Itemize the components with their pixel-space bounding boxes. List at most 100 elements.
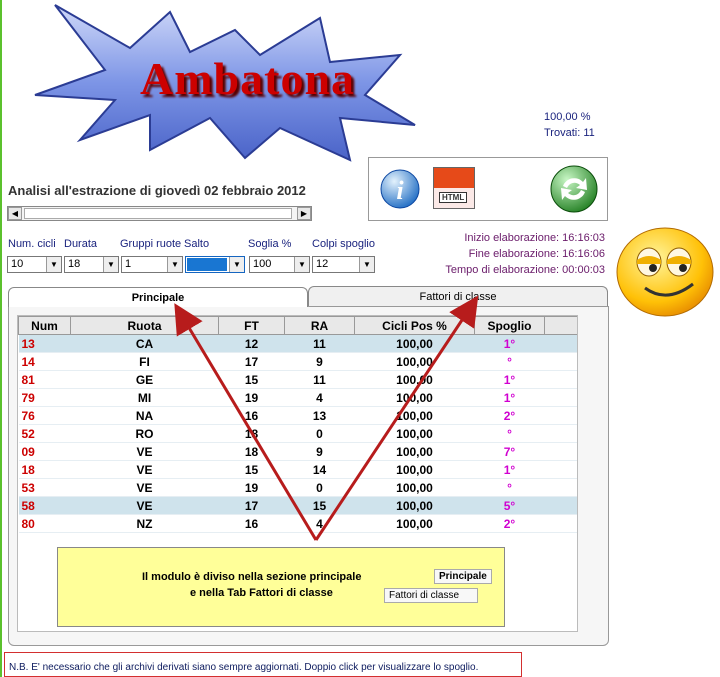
info-note: Il modulo è diviso nella sezione princip… [57, 547, 505, 627]
chevron-down-icon: ▼ [46, 257, 61, 272]
scroll-left-icon[interactable]: ◀ [8, 207, 22, 220]
table-row[interactable]: 76 NA 16 13 100,00 2° [18, 406, 577, 425]
elapsed-time: Tempo di elaborazione: 00:00:03 [445, 264, 605, 276]
table-row[interactable]: 52 RO 18 0 100,00 ° [18, 424, 577, 443]
table-row[interactable]: 58 VE 17 15 100,00 5° [18, 496, 577, 515]
cell-ruota: VE [70, 496, 219, 515]
cell-ft: 15 [218, 370, 285, 389]
column-header-empty [544, 316, 577, 335]
column-header[interactable]: Ruota [70, 316, 219, 335]
column-header[interactable]: Num [18, 316, 71, 335]
table-row[interactable]: 80 NZ 16 4 100,00 2° [18, 514, 577, 533]
column-header[interactable]: Spoglio [474, 316, 545, 335]
cell-cicli: 100,00 [354, 388, 475, 407]
table-row[interactable]: 53 VE 19 0 100,00 ° [18, 478, 577, 497]
column-header[interactable]: Cicli Pos % [354, 316, 475, 335]
cell-cicli: 100,00 [354, 334, 475, 353]
scroll-right-icon[interactable]: ▶ [297, 207, 311, 220]
label-num-cicli: Num. cicli [8, 238, 56, 250]
cell-ra: 4 [284, 514, 355, 533]
tab-fattori-di-classe[interactable]: Fattori di classe [308, 286, 608, 306]
horizontal-scrollbar[interactable]: ◀ ▶ [7, 206, 312, 221]
chevron-down-icon: ▼ [229, 257, 244, 272]
svg-text:i: i [396, 176, 404, 205]
cell-empty [544, 460, 577, 479]
cell-spoglio: 5° [474, 496, 545, 515]
cell-num: 80 [18, 514, 71, 533]
cell-ruota: VE [70, 460, 219, 479]
start-time: Inizio elaborazione: 16:16:03 [464, 232, 605, 244]
cell-ft: 12 [218, 334, 285, 353]
cell-empty [544, 388, 577, 407]
chevron-down-icon: ▼ [359, 257, 374, 272]
tab-principale[interactable]: Principale [8, 287, 308, 307]
cell-num: 53 [18, 478, 71, 497]
cell-cicli: 100,00 [354, 370, 475, 389]
refresh-icon[interactable] [549, 164, 599, 214]
end-time: Fine elaborazione: 16:16:06 [468, 248, 605, 260]
table-row[interactable]: 18 VE 15 14 100,00 1° [18, 460, 577, 479]
table-row[interactable]: 81 GE 15 11 100,00 1° [18, 370, 577, 389]
column-header[interactable]: RA [284, 316, 355, 335]
cell-ruota: MI [70, 388, 219, 407]
colpi-spoglio-select[interactable]: 12 ▼ [312, 256, 375, 273]
cell-num: 09 [18, 442, 71, 461]
found-count: Trovati: 11 [544, 127, 595, 139]
chevron-down-icon: ▼ [103, 257, 118, 272]
table-row[interactable]: 09 VE 18 9 100,00 7° [18, 442, 577, 461]
cell-ft: 15 [218, 460, 285, 479]
cell-num: 76 [18, 406, 71, 425]
soglia-select[interactable]: 100 ▼ [249, 256, 310, 273]
cell-spoglio: ° [474, 478, 545, 497]
cell-empty [544, 424, 577, 443]
label-salto: Salto [184, 238, 210, 250]
smiley-icon [616, 227, 714, 317]
cell-empty [544, 496, 577, 515]
table-row[interactable]: 14 FI 17 9 100,00 ° [18, 352, 577, 371]
cell-empty [544, 478, 577, 497]
salto-select[interactable]: 1 ▼ [185, 256, 245, 273]
note-fattori-button: Fattori di classe [384, 588, 478, 603]
cell-spoglio: 1° [474, 334, 545, 353]
cell-num: 81 [18, 370, 71, 389]
cell-num: 58 [18, 496, 71, 515]
cell-cicli: 100,00 [354, 460, 475, 479]
num-cicli-select[interactable]: 10 ▼ [7, 256, 62, 273]
cell-spoglio: 2° [474, 406, 545, 425]
analysis-title: Analisi all'estrazione di giovedì 02 feb… [8, 183, 306, 198]
column-header[interactable]: FT [218, 316, 285, 335]
gruppi-ruote-select[interactable]: 1 ▼ [121, 256, 183, 273]
cell-ft: 18 [218, 424, 285, 443]
cell-cicli: 100,00 [354, 442, 475, 461]
cell-ruota: NA [70, 406, 219, 425]
chevron-down-icon: ▼ [294, 257, 309, 272]
cell-spoglio: 1° [474, 370, 545, 389]
label-gruppi-ruote: Gruppi ruote [120, 238, 182, 250]
cell-ft: 16 [218, 406, 285, 425]
table-row[interactable]: 13 CA 12 11 100,00 1° [18, 334, 577, 353]
footer-note: N.B. E' necessario che gli archivi deriv… [4, 652, 522, 677]
cell-spoglio: ° [474, 424, 545, 443]
chevron-down-icon: ▼ [167, 257, 182, 272]
table-row[interactable]: 79 MI 19 4 100,00 1° [18, 388, 577, 407]
html-export-icon[interactable]: HTML [433, 167, 475, 209]
cell-spoglio: 1° [474, 460, 545, 479]
cell-cicli: 100,00 [354, 406, 475, 425]
cell-ft: 18 [218, 442, 285, 461]
label-durata: Durata [64, 238, 98, 250]
durata-select[interactable]: 18 ▼ [64, 256, 119, 273]
cell-empty [544, 406, 577, 425]
cell-ft: 19 [218, 478, 285, 497]
cell-ra: 0 [284, 424, 355, 443]
label-soglia: Soglia % [248, 238, 292, 250]
cell-ruota: GE [70, 370, 219, 389]
cell-ra: 9 [284, 442, 355, 461]
cell-empty [544, 352, 577, 371]
cell-ruota: VE [70, 442, 219, 461]
cell-num: 18 [18, 460, 71, 479]
cell-ra: 4 [284, 388, 355, 407]
cell-spoglio: 7° [474, 442, 545, 461]
cell-ra: 14 [284, 460, 355, 479]
scroll-thumb[interactable] [24, 208, 292, 219]
info-icon[interactable]: i [379, 168, 421, 210]
